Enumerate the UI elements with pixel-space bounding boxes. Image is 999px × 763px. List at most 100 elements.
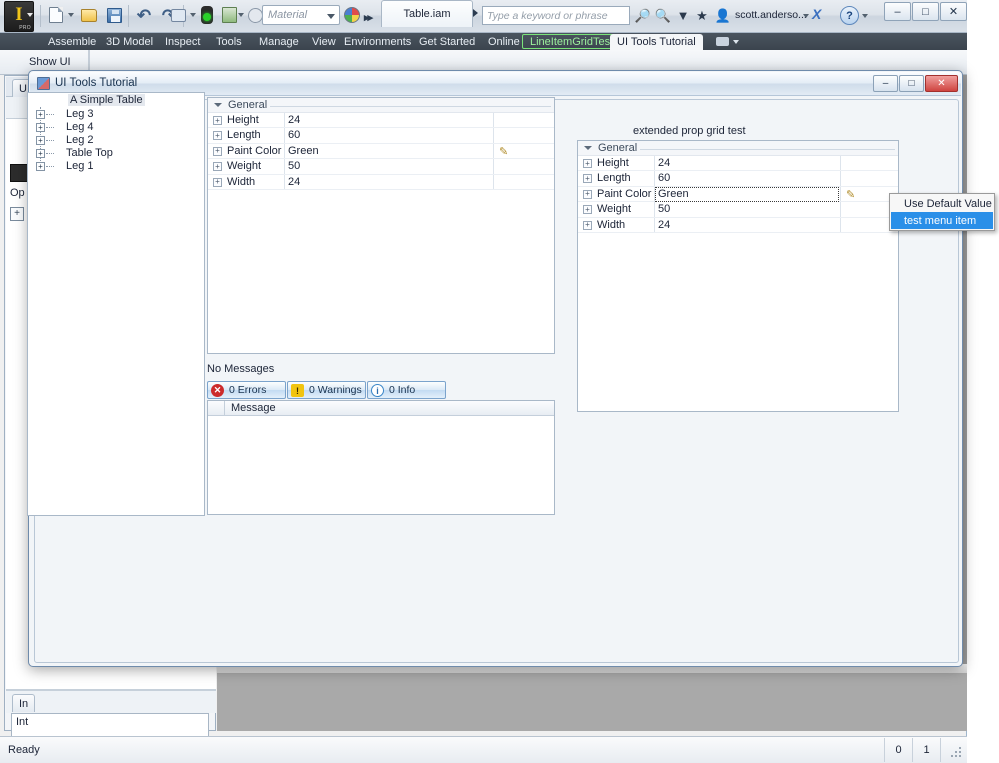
help-icon[interactable]: ? (840, 6, 859, 25)
property-row-paint-color[interactable]: + Paint Color Green ✎ (208, 143, 554, 160)
user-menu-caret-icon[interactable] (803, 14, 809, 18)
ribbon-tab-tools[interactable]: Tools (209, 33, 249, 50)
property-value[interactable]: 60 (658, 172, 670, 184)
video-caret-icon[interactable] (733, 40, 739, 44)
expander-icon[interactable]: + (213, 177, 222, 187)
new-document-caret-icon[interactable] (68, 13, 74, 17)
show-ui-button[interactable]: Show UI (20, 52, 80, 72)
browser-tab-immediate[interactable]: In (12, 694, 36, 712)
property-value[interactable]: 24 (658, 219, 670, 231)
help-caret-icon[interactable] (862, 14, 868, 18)
ribbon-tab-3d-model[interactable]: 3D Model (99, 33, 160, 50)
pencil-edit-icon[interactable]: ✎ (846, 188, 855, 201)
expander-icon[interactable]: + (213, 131, 222, 141)
tree-item-leg-3[interactable]: + Leg 3 (28, 108, 204, 121)
overflow-chevrons-icon[interactable]: ▸▸ (364, 11, 373, 24)
assembly-tree-view[interactable]: A Simple Table + Leg 3 + Leg 4 + Leg 2 + (27, 92, 205, 516)
context-menu-item-test-menu-item[interactable]: test menu item (891, 212, 993, 229)
messages-list[interactable]: Message (207, 400, 555, 515)
property-value[interactable]: 60 (288, 129, 300, 141)
document-tab-next-icon[interactable] (473, 9, 478, 17)
ribbon-tab-inspect[interactable]: Inspect (158, 33, 207, 50)
resize-grip-icon[interactable] (951, 747, 963, 759)
ext-property-category-general[interactable]: General (578, 141, 898, 156)
funnel-icon[interactable]: ▼ (674, 6, 692, 25)
property-row-width[interactable]: + Width 24 (208, 174, 554, 190)
chevron-down-icon[interactable] (584, 146, 592, 150)
errors-button[interactable]: ✕ 0 Errors (207, 381, 286, 399)
context-menu[interactable]: Use Default Value test menu item (889, 193, 995, 231)
expander-icon[interactable]: + (213, 116, 222, 125)
property-row-height[interactable]: + Height 24 (208, 113, 554, 129)
app-maximize-button[interactable]: □ (912, 2, 939, 21)
user-avatar-icon[interactable]: 👤 (714, 6, 732, 25)
color-wheel-button[interactable] (341, 4, 363, 26)
save-button[interactable] (103, 4, 125, 26)
search-icon[interactable]: 🔎 (634, 6, 652, 25)
chevron-down-icon[interactable] (327, 14, 335, 19)
magnifier-icon[interactable]: 🔍 (654, 6, 672, 25)
expander-icon[interactable]: + (36, 136, 45, 145)
warnings-button[interactable]: ! 0 Warnings (287, 381, 366, 399)
dialog-minimize-button[interactable]: – (873, 75, 898, 92)
search-input[interactable]: Type a keyword or phrase (482, 6, 630, 25)
pencil-edit-icon[interactable]: ✎ (499, 145, 508, 158)
property-value[interactable]: 50 (288, 160, 300, 172)
property-value[interactable]: 24 (658, 157, 670, 169)
browser-node-expander[interactable]: + (10, 207, 24, 221)
property-value[interactable]: Green (288, 145, 319, 157)
ribbon-tab-environments[interactable]: Environments (337, 33, 418, 50)
application-menu-caret-icon[interactable] (27, 13, 33, 17)
property-value[interactable]: 24 (288, 176, 300, 188)
property-category-general[interactable]: General (208, 98, 554, 113)
dialog-close-button[interactable]: ✕ (925, 75, 958, 92)
expander-icon[interactable]: + (583, 159, 592, 168)
favorites-star-icon[interactable]: ★ (693, 6, 711, 25)
ribbon-tab-manage[interactable]: Manage (252, 33, 306, 50)
expander-icon[interactable]: + (583, 174, 592, 184)
ribbon-tab-get-started[interactable]: Get Started (412, 33, 482, 50)
video-icon[interactable] (716, 37, 729, 46)
ribbon-tab-assemble[interactable]: Assemble (41, 33, 103, 50)
tree-root-row[interactable]: A Simple Table (28, 93, 204, 108)
expander-icon[interactable]: + (36, 123, 45, 132)
expander-icon[interactable]: + (213, 146, 222, 156)
new-document-button[interactable] (45, 4, 67, 26)
extended-property-grid[interactable]: General + Height 24 + Length 60 + Paint … (577, 140, 899, 412)
info-button[interactable]: i 0 Info (367, 381, 446, 399)
undo-button[interactable]: ↶ (133, 4, 155, 26)
material-combo[interactable]: Material (262, 5, 340, 25)
ribbon-tab-online[interactable]: Online (481, 33, 527, 50)
expander-icon[interactable]: + (213, 162, 222, 172)
ext-property-row-width[interactable]: + Width 24 (578, 217, 898, 233)
expander-icon[interactable]: + (36, 149, 45, 158)
app-close-button[interactable]: ✕ (940, 2, 967, 21)
dialog-maximize-button[interactable]: □ (899, 75, 924, 92)
ribbon-tab-lineitemgridtest[interactable]: LineItemGridTest (522, 34, 622, 49)
context-menu-item-use-default-value[interactable]: Use Default Value (891, 195, 993, 212)
material-button[interactable] (218, 4, 240, 26)
tree-item-leg-4[interactable]: + Leg 4 (28, 121, 204, 134)
ext-property-row-length[interactable]: + Length 60 (578, 171, 898, 187)
property-row-weight[interactable]: + Weight 50 (208, 159, 554, 175)
expander-icon[interactable]: + (583, 220, 592, 230)
ext-property-row-height[interactable]: + Height 24 (578, 156, 898, 172)
tree-item-leg-2[interactable]: + Leg 2 (28, 134, 204, 147)
open-button[interactable] (78, 4, 100, 26)
visibility-button[interactable] (196, 4, 218, 26)
expander-icon[interactable]: + (36, 162, 45, 171)
user-name-label[interactable]: scott.anderso... (735, 9, 807, 21)
status-resize-cell[interactable] (940, 738, 967, 762)
property-value[interactable]: 24 (288, 114, 300, 126)
document-tab[interactable]: Table.iam (381, 0, 473, 27)
ribbon-tab-ui-tools-tutorial[interactable]: UI Tools Tutorial (610, 34, 703, 50)
property-value[interactable]: 50 (658, 203, 670, 215)
expander-icon[interactable]: + (583, 189, 592, 199)
ext-property-row-weight[interactable]: + Weight 50 (578, 202, 898, 218)
ext-property-row-paint-color[interactable]: + Paint Color Green ✎ (578, 186, 898, 203)
expander-icon[interactable]: + (36, 110, 45, 119)
property-row-length[interactable]: + Length 60 (208, 128, 554, 144)
property-value[interactable]: Green (658, 188, 689, 200)
chevron-down-icon[interactable] (214, 103, 222, 107)
app-minimize-button[interactable]: – (884, 2, 911, 21)
